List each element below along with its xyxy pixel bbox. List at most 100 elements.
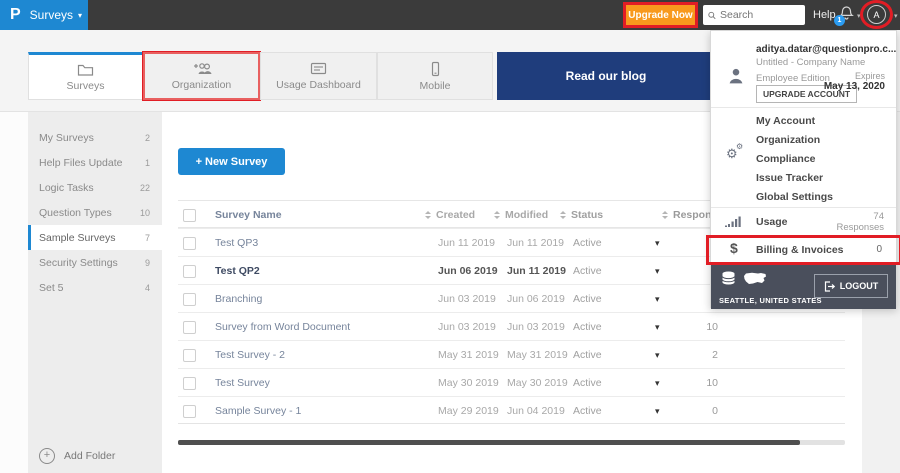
horizontal-scrollbar-thumb[interactable] [178,440,800,445]
surveys-nav-label: Surveys [29,8,74,22]
menu-item-organization[interactable]: Organization [756,130,820,149]
sidebar-item-count: 22 [139,182,150,193]
sidebar-item-label: Set 5 [39,281,64,294]
survey-name-link[interactable]: Test Survey - 2 [215,341,285,369]
table-row: Sample Survey - 1 May 29 2019 Jun 04 201… [178,396,845,424]
status-dropdown-caret[interactable]: ▾ [655,350,660,361]
sidebar-item-set-5[interactable]: Set 5 4 [28,275,162,300]
responses-value: 10 [706,321,718,333]
add-folder-label: Add Folder [64,450,116,462]
billing-value: 0 [876,244,882,255]
modified-date: Jun 04 2019 [507,405,565,417]
topbar: P Surveys ▾ Upgrade Now Help 1 ▾ A ▾ [0,0,900,30]
col-modified[interactable]: Modified [494,201,548,229]
survey-name-link[interactable]: Branching [215,285,262,313]
horizontal-scrollbar-track[interactable] [178,440,845,445]
read-our-blog-banner[interactable]: Read our blog [497,52,715,100]
avatar[interactable]: A [867,5,886,24]
sort-icon [560,211,566,219]
left-margin [0,112,28,473]
modified-date: Jun 11 2019 [507,237,565,249]
help-link[interactable]: Help [813,9,836,21]
row-checkbox[interactable] [183,320,196,334]
sidebar-item-label: Security Settings [39,256,118,269]
select-all-checkbox[interactable] [183,208,196,222]
sidebar-item-count: 1 [144,157,150,168]
people-add-icon [193,63,211,74]
account-edition: Employee Edition [756,73,830,84]
survey-name-link[interactable]: Test QP3 [215,229,258,257]
tab-usage-dashboard[interactable]: Usage Dashboard [260,52,377,100]
sidebar-item-help-files-update[interactable]: Help Files Update 1 [28,150,162,175]
row-checkbox[interactable] [183,404,196,418]
tab-mobile-label: Mobile [419,79,451,92]
table-row: Survey from Word Document Jun 03 2019 Ju… [178,312,845,340]
menu-item-my-account[interactable]: My Account [756,111,815,130]
tab-surveys[interactable]: Surveys [28,52,143,100]
status-value: Active [573,265,602,277]
sidebar-item-security-settings[interactable]: Security Settings 9 [28,250,162,275]
created-date: May 29 2019 [438,405,499,417]
created-date: May 31 2019 [438,349,499,361]
tab-mobile[interactable]: Mobile [377,52,493,100]
col-created[interactable]: Created [425,201,475,229]
status-dropdown-caret[interactable]: ▾ [655,322,660,333]
status-value: Active [573,377,602,389]
row-checkbox[interactable] [183,376,196,390]
status-dropdown-caret[interactable]: ▾ [655,406,660,417]
server-location-label: SEATTLE, UNITED STATES [719,296,822,305]
status-dropdown-caret[interactable]: ▾ [655,266,660,277]
survey-name-link[interactable]: Test Survey [215,369,270,397]
row-checkbox[interactable] [183,292,196,306]
new-survey-button[interactable]: + New Survey [178,148,285,175]
col-status[interactable]: Status [560,201,603,229]
gears-icon: ⚙ ⚙ [726,142,744,161]
menu-item-usage[interactable]: Usage 74 Responses [711,207,896,236]
sidebar-item-sample-surveys[interactable]: Sample Surveys 7 [28,225,162,250]
sidebar-item-logic-tasks[interactable]: Logic Tasks 22 [28,175,162,200]
sort-icon [494,211,500,219]
brand-area[interactable]: P Surveys ▾ [0,0,88,30]
survey-name-link[interactable]: Test QP2 [215,257,260,285]
tab-organization-label: Organization [171,79,232,91]
sidebar-item-label: My Surveys [39,131,94,144]
search-input[interactable] [720,9,800,21]
sidebar-item-count: 7 [144,232,150,243]
upgrade-now-button[interactable]: Upgrade Now [626,5,695,25]
menu-item-issue-tracker[interactable]: Issue Tracker [756,168,823,187]
row-checkbox[interactable] [183,264,196,278]
status-dropdown-caret[interactable]: ▾ [655,294,660,305]
sidebar-item-count: 10 [139,207,150,218]
notification-badge: 1 [834,15,845,26]
row-checkbox[interactable] [183,348,196,362]
avatar-annotation-circle: A [860,0,893,29]
responses-value: 2 [712,349,718,361]
status-dropdown-caret[interactable]: ▾ [655,238,660,249]
mobile-icon [431,61,439,76]
dropdown-footer: SEATTLE, UNITED STATES LOGOUT [711,264,896,309]
add-folder-button[interactable]: + Add Folder [39,448,115,464]
sidebar-item-question-types[interactable]: Question Types 10 [28,200,162,225]
menu-item-compliance[interactable]: Compliance [756,149,816,168]
sidebar-item-count: 4 [144,282,150,293]
menu-item-billing-invoices[interactable]: $ Billing & Invoices 0 [711,236,896,264]
row-checkbox[interactable] [183,236,196,250]
logout-button[interactable]: LOGOUT [814,274,888,298]
table-row: Test Survey - 2 May 31 2019 May 31 2019 … [178,340,845,368]
logout-label: LOGOUT [839,281,879,291]
status-dropdown-caret[interactable]: ▾ [655,378,660,389]
usage-label: Usage [756,215,788,228]
created-date: May 30 2019 [438,377,499,389]
expires-label: Expires [854,71,885,81]
menu-item-global-settings[interactable]: Global Settings [756,187,833,206]
created-date: Jun 06 2019 [438,265,498,277]
responses-value: 10 [706,377,718,389]
notifications-bell[interactable]: 1 [834,5,855,26]
tab-organization[interactable]: Organization [142,51,261,101]
survey-name-link[interactable]: Survey from Word Document [215,313,350,341]
col-status-label: Status [571,209,604,221]
col-modified-label: Modified [505,209,549,221]
survey-name-link[interactable]: Sample Survey - 1 [215,397,301,425]
search-box[interactable] [703,5,805,25]
sidebar-item-my-surveys[interactable]: My Surveys 2 [28,125,162,150]
